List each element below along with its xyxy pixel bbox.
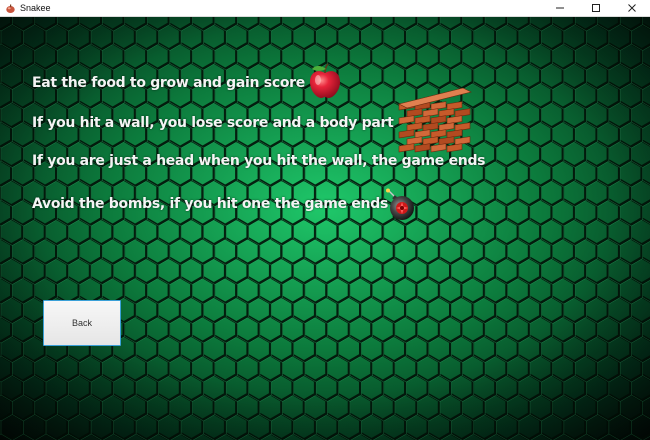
close-button[interactable] xyxy=(614,0,650,17)
maximize-button[interactable] xyxy=(578,0,614,17)
minimize-button[interactable] xyxy=(542,0,578,17)
minimize-icon xyxy=(555,0,565,18)
game-window: Snakee Eat the food to grow and gain sco… xyxy=(0,0,650,440)
maximize-icon xyxy=(591,0,601,18)
rule-avoid-bombs: Avoid the bombs, if you hit one the game… xyxy=(32,196,388,212)
brick-wall-icon xyxy=(393,87,473,159)
title-bar: Snakee xyxy=(0,0,650,17)
bomb-icon xyxy=(383,187,419,228)
rule-hit-wall: If you hit a wall, you lose score and a … xyxy=(32,115,394,131)
rule-eat-food: Eat the food to grow and gain score xyxy=(32,75,305,91)
back-button[interactable]: Back xyxy=(43,300,121,346)
apple-icon xyxy=(305,61,345,106)
snake-app-icon xyxy=(4,2,16,14)
close-icon xyxy=(627,0,637,18)
window-title: Snakee xyxy=(20,3,51,13)
game-area: Eat the food to grow and gain score If y… xyxy=(0,17,650,440)
